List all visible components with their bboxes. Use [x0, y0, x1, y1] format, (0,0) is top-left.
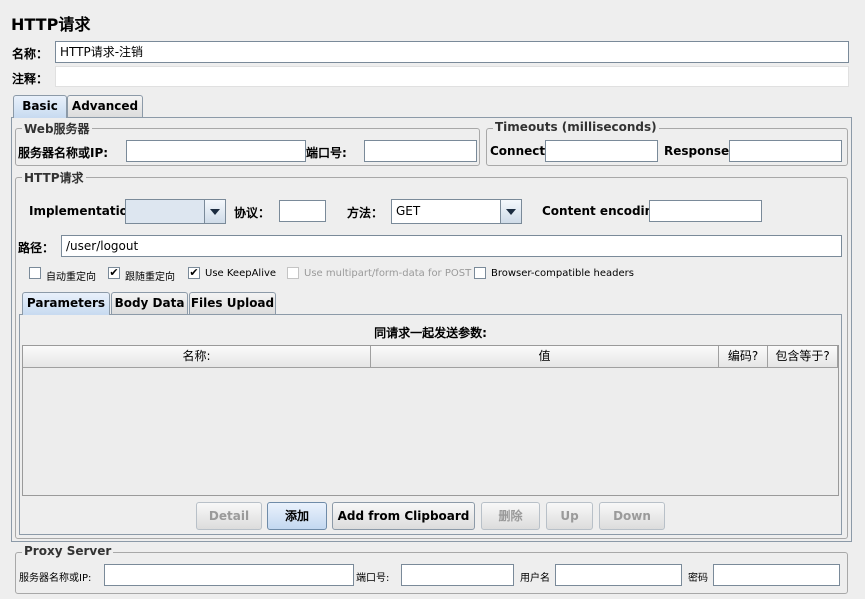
proxy-port-label: 端口号:	[356, 573, 390, 584]
add-from-clipboard-button[interactable]: Add from Clipboard	[332, 502, 475, 530]
proxy-password-input[interactable]	[713, 564, 840, 586]
proxy-username-label: 用户名	[520, 573, 550, 584]
tab-advanced[interactable]: Advanced	[67, 95, 143, 117]
proxy-port-input[interactable]	[401, 564, 514, 586]
params-table[interactable]: 名称: 值 编码? 包含等于?	[22, 345, 839, 496]
params-caption: 同请求一起发送参数:	[374, 326, 487, 340]
path-label: 路径：	[18, 241, 55, 255]
server-name-input[interactable]	[126, 140, 306, 162]
up-button[interactable]: Up	[546, 502, 593, 530]
chevron-down-icon[interactable]	[500, 200, 521, 223]
connect-timeout-input[interactable]	[545, 140, 658, 162]
content-encoding-input[interactable]	[649, 200, 762, 222]
down-button[interactable]: Down	[599, 502, 665, 530]
auto-redirect-checkbox[interactable]	[29, 267, 41, 279]
response-label: Response:	[664, 144, 734, 158]
follow-redirects-label: 跟随重定向	[125, 272, 175, 283]
delete-button[interactable]: 删除	[481, 502, 540, 530]
multipart-label: Use multipart/form-data for POST	[304, 268, 472, 279]
column-header-name[interactable]: 名称:	[23, 346, 371, 368]
column-header-encode[interactable]: 编码?	[719, 346, 768, 368]
tab-body-data[interactable]: Body Data	[111, 292, 188, 314]
multipart-checkbox	[287, 267, 299, 279]
port-label: 端口号:	[306, 146, 347, 160]
protocol-label: 协议：	[234, 206, 271, 220]
timeouts-title: Timeouts (milliseconds)	[493, 120, 659, 134]
browser-headers-label: Browser-compatible headers	[491, 268, 634, 279]
comments-input[interactable]	[55, 66, 849, 87]
name-input[interactable]: HTTP请求-注销	[55, 41, 849, 63]
path-input[interactable]: /user/logout	[61, 235, 842, 257]
column-header-include-equals[interactable]: 包含等于?	[768, 346, 838, 368]
tab-parameters[interactable]: Parameters	[22, 292, 110, 315]
auto-redirect-label: 自动重定向	[46, 272, 96, 283]
tab-files-upload[interactable]: Files Upload	[189, 292, 276, 314]
method-value: GET	[396, 204, 421, 218]
method-label: 方法：	[347, 206, 384, 220]
proxy-server-title: Proxy Server	[22, 544, 114, 558]
proxy-password-label: 密码	[688, 573, 708, 584]
connect-label: Connect:	[490, 144, 550, 158]
http-request-title: HTTP请求	[22, 169, 86, 186]
web-server-title: Web服务器	[22, 120, 92, 137]
keepalive-label: Use KeepAlive	[205, 268, 277, 279]
proxy-username-input[interactable]	[555, 564, 682, 586]
tab-basic[interactable]: Basic	[13, 95, 67, 118]
comments-label: 注释：	[12, 72, 49, 86]
name-label: 名称：	[12, 47, 49, 61]
detail-button[interactable]: Detail	[196, 502, 262, 530]
server-name-label: 服务器名称或IP:	[18, 146, 109, 160]
port-input[interactable]	[364, 140, 477, 162]
browser-headers-checkbox[interactable]	[474, 267, 486, 279]
protocol-input[interactable]	[279, 200, 326, 222]
proxy-server-input[interactable]	[104, 564, 354, 586]
content-encoding-label: Content encoding:	[542, 204, 667, 218]
column-header-value[interactable]: 值	[371, 346, 719, 368]
implementation-select[interactable]	[125, 199, 226, 224]
proxy-server-label: 服务器名称或IP:	[19, 573, 92, 584]
add-button[interactable]: 添加	[267, 502, 327, 530]
follow-redirects-checkbox[interactable]: ✔	[108, 267, 120, 279]
page-title: HTTP请求	[11, 15, 91, 34]
keepalive-checkbox[interactable]: ✔	[188, 267, 200, 279]
chevron-down-icon[interactable]	[204, 200, 225, 223]
method-select[interactable]: GET	[391, 199, 522, 224]
response-timeout-input[interactable]	[729, 140, 842, 162]
